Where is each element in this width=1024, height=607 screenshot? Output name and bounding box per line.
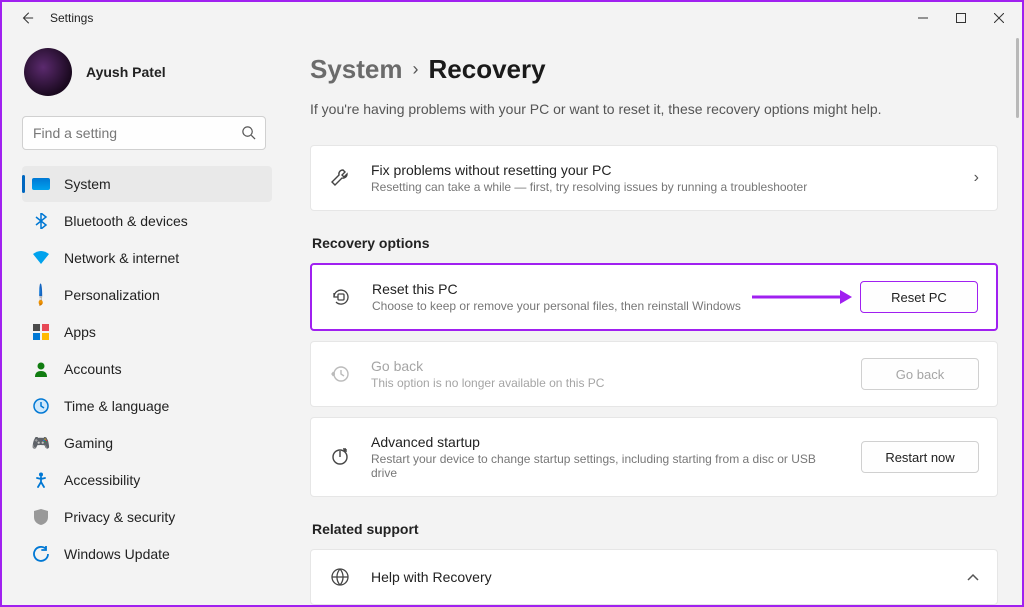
nav: System Bluetooth & devices Network & int…: [22, 166, 272, 572]
go-back-card: Go back This option is no longer availab…: [310, 341, 998, 407]
shield-icon: [32, 508, 50, 526]
breadcrumb-current: Recovery: [429, 54, 546, 85]
sidebar-item-label: Accessibility: [64, 472, 140, 488]
sidebar-item-system[interactable]: System: [22, 166, 272, 202]
avatar: [24, 48, 72, 96]
back-button[interactable]: [20, 11, 34, 25]
chevron-right-icon: ›: [974, 169, 979, 187]
card-title: Go back: [371, 358, 841, 374]
window-title: Settings: [50, 11, 93, 25]
sidebar-item-accessibility[interactable]: Accessibility: [22, 462, 272, 498]
sidebar-item-accounts[interactable]: Accounts: [22, 351, 272, 387]
search-icon[interactable]: [241, 125, 256, 145]
card-subtitle: Choose to keep or remove your personal f…: [372, 299, 840, 313]
minimize-button[interactable]: [904, 4, 942, 32]
profile[interactable]: Ayush Patel: [22, 48, 272, 96]
sidebar-item-apps[interactable]: Apps: [22, 314, 272, 350]
personalization-icon: 🖌️: [28, 282, 53, 307]
accounts-icon: [32, 360, 50, 378]
network-icon: [32, 249, 50, 267]
bluetooth-icon: [32, 212, 50, 230]
sidebar-item-network[interactable]: Network & internet: [22, 240, 272, 276]
breadcrumb-parent[interactable]: System: [310, 54, 403, 85]
advanced-startup-card: Advanced startup Restart your device to …: [310, 417, 998, 497]
go-back-button: Go back: [861, 358, 979, 390]
sidebar-item-label: System: [64, 176, 111, 192]
gaming-icon: 🎮: [32, 434, 50, 452]
card-title: Reset this PC: [372, 281, 840, 297]
chevron-up-icon: [967, 568, 979, 586]
titlebar: Settings: [2, 2, 1022, 34]
reset-pc-card: Reset this PC Choose to keep or remove y…: [310, 263, 998, 331]
sidebar-item-label: Personalization: [64, 287, 160, 303]
fix-problems-card[interactable]: Fix problems without resetting your PC R…: [310, 145, 998, 211]
sidebar-item-time[interactable]: Time & language: [22, 388, 272, 424]
reset-icon: [330, 286, 352, 308]
system-icon: [32, 175, 50, 193]
sidebar-item-label: Network & internet: [64, 250, 179, 266]
history-icon: [329, 363, 351, 385]
restart-now-button[interactable]: Restart now: [861, 441, 979, 473]
update-icon: [32, 545, 50, 563]
card-title: Help with Recovery: [371, 569, 947, 585]
sidebar-item-label: Privacy & security: [64, 509, 175, 525]
sidebar-item-label: Gaming: [64, 435, 113, 451]
sidebar-item-label: Apps: [64, 324, 96, 340]
breadcrumb: System › Recovery: [310, 54, 998, 85]
sidebar-item-label: Windows Update: [64, 546, 170, 562]
card-title: Advanced startup: [371, 434, 841, 450]
card-title: Fix problems without resetting your PC: [371, 162, 954, 178]
sidebar-item-gaming[interactable]: 🎮 Gaming: [22, 425, 272, 461]
globe-icon: [329, 566, 351, 588]
sidebar-item-privacy[interactable]: Privacy & security: [22, 499, 272, 535]
sidebar-item-personalization[interactable]: 🖌️ Personalization: [22, 277, 272, 313]
related-support-heading: Related support: [312, 521, 998, 537]
wrench-icon: [329, 167, 351, 189]
sidebar-item-label: Time & language: [64, 398, 169, 414]
help-recovery-card[interactable]: Help with Recovery: [310, 549, 998, 605]
sidebar-item-label: Accounts: [64, 361, 122, 377]
card-subtitle: Restart your device to change startup se…: [371, 452, 841, 480]
clock-icon: [32, 397, 50, 415]
sidebar: Ayush Patel System Bluetooth & devices N…: [2, 34, 280, 605]
intro-text: If you're having problems with your PC o…: [310, 101, 998, 117]
profile-name: Ayush Patel: [86, 64, 166, 80]
card-subtitle: This option is no longer available on th…: [371, 376, 841, 390]
sidebar-item-bluetooth[interactable]: Bluetooth & devices: [22, 203, 272, 239]
main-content: System › Recovery If you're having probl…: [280, 34, 1022, 605]
close-button[interactable]: [980, 4, 1018, 32]
recovery-options-heading: Recovery options: [312, 235, 998, 251]
scrollbar[interactable]: [1016, 38, 1019, 118]
chevron-right-icon: ›: [413, 59, 419, 80]
sidebar-item-update[interactable]: Windows Update: [22, 536, 272, 572]
maximize-button[interactable]: [942, 4, 980, 32]
accessibility-icon: [32, 471, 50, 489]
search-input[interactable]: [22, 116, 266, 150]
sidebar-item-label: Bluetooth & devices: [64, 213, 188, 229]
reset-pc-button[interactable]: Reset PC: [860, 281, 978, 313]
card-subtitle: Resetting can take a while — first, try …: [371, 180, 954, 194]
apps-icon: [32, 323, 50, 341]
power-icon: [329, 446, 351, 468]
